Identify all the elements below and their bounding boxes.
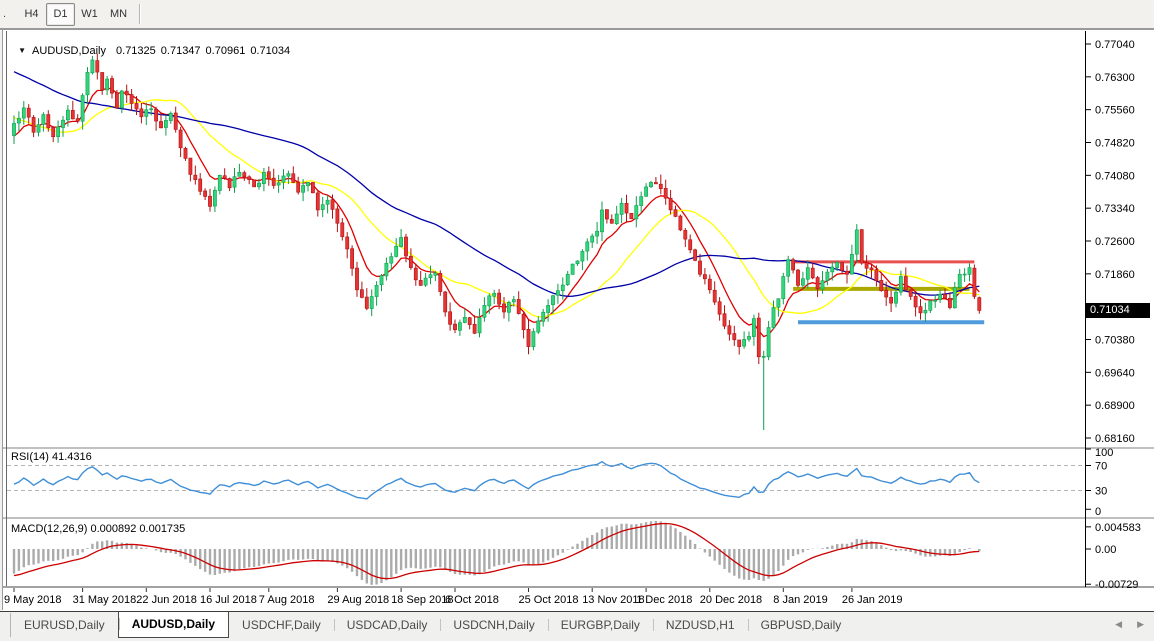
timeframe-button-h4[interactable]: H4 <box>17 3 46 26</box>
quote-open: 0.71325 <box>116 45 156 57</box>
price-axis-tick: 0.68900 <box>1095 400 1135 412</box>
toolbar-overflow-fragment: . <box>0 8 17 20</box>
date-axis-tick: 20 Dec 2018 <box>700 594 762 606</box>
price-axis-tick: 0.77040 <box>1095 39 1135 51</box>
tabs-scroll-left-icon[interactable]: ◀ <box>1115 619 1122 630</box>
price-axis-tick: 0.70380 <box>1095 335 1135 347</box>
tab-usdcad-daily[interactable]: USDCAD,Daily <box>334 613 441 637</box>
date-axis-tick: 31 May 2018 <box>73 594 137 606</box>
price-axis-tick: 0.71860 <box>1095 269 1135 281</box>
quote-low: 0.70961 <box>206 45 246 57</box>
price-axis-tick: 0.74820 <box>1095 138 1135 150</box>
current-price-tag: 0.71034 <box>1086 303 1150 318</box>
chart-symbol-period: AUDUSD,Daily <box>32 45 106 57</box>
date-axis-tick: 9 May 2018 <box>4 594 61 606</box>
macd-indicator-label: MACD(12,26,9) 0.000892 0.001735 <box>11 523 185 535</box>
rsi-axis-tick: 0 <box>1095 506 1101 518</box>
date-axis-tick: 8 Jan 2019 <box>773 594 827 606</box>
tab-eurusd-daily[interactable]: EURUSD,Daily <box>11 613 118 637</box>
tab-eurgbp-daily[interactable]: EURGBP,Daily <box>548 613 653 637</box>
tab-nzdusd-h1[interactable]: NZDUSD,H1 <box>653 613 748 637</box>
macd-axis-tick: -0.00729 <box>1095 579 1138 591</box>
rsi-axis-tick: 30 <box>1095 486 1107 498</box>
date-axis-tick: 26 Jan 2019 <box>842 594 903 606</box>
date-axis-tick: 1 Dec 2018 <box>636 594 692 606</box>
timeframe-button-mn[interactable]: MN <box>104 3 133 26</box>
price-axis-tick: 0.76300 <box>1095 72 1135 84</box>
price-axis-tick: 0.73340 <box>1095 203 1135 215</box>
mt4-chart-screen: { "toolbar": { "overflow_fragment": ".",… <box>0 0 1154 640</box>
toolbar-separator <box>139 4 141 24</box>
date-axis-tick: 16 Jul 2018 <box>200 594 257 606</box>
quote-high: 0.71347 <box>161 45 201 57</box>
date-axis-tick: 29 Aug 2018 <box>327 594 389 606</box>
timeframe-button-w1[interactable]: W1 <box>75 3 104 26</box>
tabbar-left-stub <box>0 613 11 637</box>
tab-usdcnh-daily[interactable]: USDCNH,Daily <box>440 613 547 637</box>
tab-gbpusd-daily[interactable]: GBPUSD,Daily <box>748 613 855 637</box>
date-axis-tick: 22 Jun 2018 <box>136 594 197 606</box>
macd-axis-tick: 0.00 <box>1095 544 1116 556</box>
date-axis-tick: 7 Aug 2018 <box>259 594 315 606</box>
quote-close: 0.71034 <box>250 45 290 57</box>
chart-tabs-bar: EURUSD,Daily AUDUSD,Daily USDCHF,Daily U… <box>0 611 1154 641</box>
panel-splitter <box>2 517 1154 519</box>
price-axis-tick: 0.72600 <box>1095 236 1135 248</box>
rsi-axis-tick: 100 <box>1095 447 1113 459</box>
collapse-icon[interactable]: ▼ <box>18 46 26 55</box>
price-axis-tick: 0.74080 <box>1095 170 1135 182</box>
tabs-scroll-right-icon[interactable]: ▶ <box>1137 619 1144 630</box>
price-axis-tick: 0.68160 <box>1095 433 1135 445</box>
macd-axis-tick: 0.004583 <box>1095 522 1141 534</box>
panel-splitter <box>2 447 1154 449</box>
rsi-axis-tick: 70 <box>1095 461 1107 473</box>
tab-audusd-daily[interactable]: AUDUSD,Daily <box>118 612 229 638</box>
chart-title: ▼ AUDUSD,Daily 0.71325 0.71347 0.70961 0.7103… <box>12 33 295 57</box>
main-price-panel <box>2 31 1154 447</box>
timeframe-toolbar: . H4 D1 W1 MN <box>0 0 1154 28</box>
price-axis-tick: 0.75560 <box>1095 105 1135 117</box>
price-axis-tick: 0.69640 <box>1095 367 1135 379</box>
rsi-indicator-label: RSI(14) 41.4316 <box>11 451 92 463</box>
date-axis-tick: 6 Oct 2018 <box>445 594 499 606</box>
timeframe-button-d1[interactable]: D1 <box>46 3 75 26</box>
tab-usdchf-daily[interactable]: USDCHF,Daily <box>229 613 334 637</box>
date-axis-tick: 25 Oct 2018 <box>519 594 579 606</box>
